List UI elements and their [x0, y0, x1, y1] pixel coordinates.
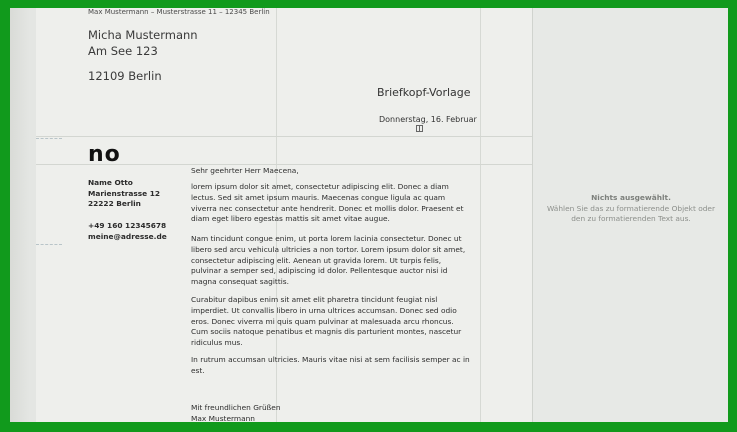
- recipient-city[interactable]: 12109 Berlin: [88, 69, 162, 83]
- document-page[interactable]: Max Mustermann – Musterstrasse 11 – 1234…: [36, 8, 532, 422]
- sidebar-phone[interactable]: +49 160 12345678: [88, 221, 166, 230]
- paragraph-text: Nam tincidunt congue enim, ut porta lore…: [191, 234, 466, 287]
- inspector-hint: Wählen Sie das zu formatierende Objekt o…: [546, 203, 716, 224]
- canvas-gutter: [10, 8, 30, 422]
- guide-line: [36, 136, 532, 137]
- sidebar-city[interactable]: 22222 Berlin: [88, 199, 141, 208]
- sidebar-email[interactable]: meine@adresse.de: [88, 232, 167, 241]
- recipient-name[interactable]: Micha Mustermann: [88, 28, 198, 42]
- letter-closing[interactable]: Mit freundlichen Grüßen Max Mustermann: [191, 403, 473, 422]
- template-title[interactable]: Briefkopf-Vorlage: [377, 86, 471, 99]
- paragraph-text: In rutrum accumsan ultricies. Mauris vit…: [191, 355, 470, 375]
- logo: no: [88, 142, 121, 167]
- sidebar-street[interactable]: Marienstrasse 12: [88, 189, 160, 198]
- letter-paragraph[interactable]: In rutrum accumsan ultricies. Mauris vit…: [191, 355, 473, 377]
- closing-text: Mit freundlichen Grüßen: [191, 403, 281, 412]
- sender-line[interactable]: Max Mustermann – Musterstrasse 11 – 1234…: [88, 8, 270, 16]
- text-anchor-icon[interactable]: [416, 125, 423, 132]
- inspector-title: Nichts ausgewählt.: [591, 193, 671, 202]
- sidebar-name[interactable]: Name Otto: [88, 178, 133, 187]
- fold-mark: [36, 244, 62, 245]
- signature-text: Max Mustermann: [191, 413, 255, 422]
- fold-mark: [36, 138, 62, 139]
- format-inspector: Nichts ausgewählt. Wählen Sie das zu for…: [532, 8, 728, 422]
- paragraph-text: Curabitur dapibus enim sit amet elit pha…: [191, 295, 462, 348]
- letter-paragraph[interactable]: Nam tincidunt congue enim, ut porta lore…: [191, 234, 473, 288]
- recipient-street[interactable]: Am See 123: [88, 44, 158, 58]
- app-window: Max Mustermann – Musterstrasse 11 – 1234…: [10, 8, 728, 422]
- letter-paragraph[interactable]: lorem ipsum dolor sit amet, consectetur …: [191, 182, 473, 225]
- letter-date[interactable]: Donnerstag, 16. Februar: [379, 115, 477, 124]
- letter-paragraph[interactable]: Curabitur dapibus enim sit amet elit pha…: [191, 295, 473, 349]
- guide-line: [480, 8, 481, 422]
- paragraph-text: lorem ipsum dolor sit amet, consectetur …: [191, 182, 464, 224]
- salutation-text: Sehr geehrter Herr Maecena,: [191, 166, 299, 175]
- letter-salutation[interactable]: Sehr geehrter Herr Maecena,: [191, 166, 473, 177]
